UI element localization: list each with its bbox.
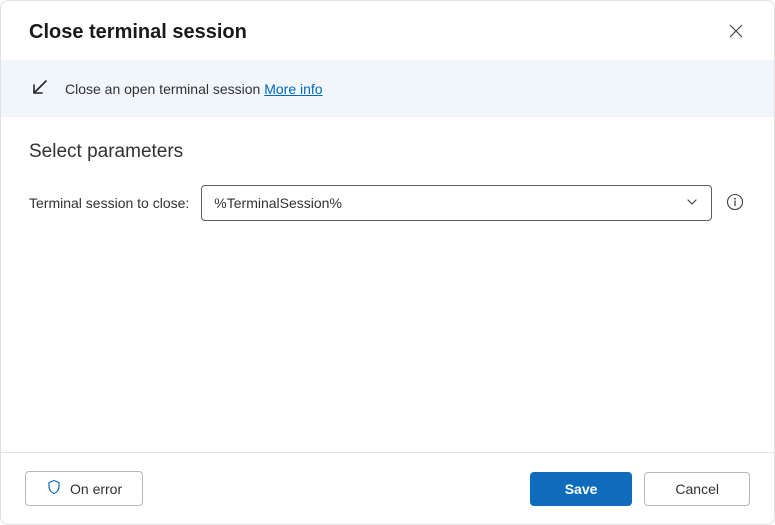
close-button[interactable] bbox=[724, 19, 748, 46]
section-title: Select parameters bbox=[29, 141, 746, 163]
save-button[interactable]: Save bbox=[530, 472, 633, 506]
terminal-session-dropdown[interactable]: %TerminalSession% bbox=[201, 185, 712, 221]
banner-description: Close an open terminal session bbox=[65, 81, 260, 97]
dialog-footer: On error Save Cancel bbox=[1, 452, 774, 524]
on-error-button[interactable]: On error bbox=[25, 471, 143, 506]
param-row: Terminal session to close: %TerminalSess… bbox=[29, 185, 746, 221]
footer-actions: Save Cancel bbox=[530, 472, 750, 506]
on-error-label: On error bbox=[70, 481, 122, 497]
info-icon bbox=[726, 193, 744, 214]
dialog-title: Close terminal session bbox=[29, 21, 247, 44]
dialog-header: Close terminal session bbox=[1, 1, 774, 60]
dropdown-value: %TerminalSession% bbox=[214, 195, 342, 211]
info-banner: Close an open terminal session More info bbox=[1, 60, 774, 117]
more-info-link[interactable]: More info bbox=[264, 81, 322, 97]
close-terminal-dialog: Close terminal session Close an open ter… bbox=[0, 0, 775, 525]
cancel-button[interactable]: Cancel bbox=[644, 472, 750, 506]
shield-icon bbox=[46, 479, 62, 498]
param-label: Terminal session to close: bbox=[29, 195, 189, 211]
dialog-content: Select parameters Terminal session to cl… bbox=[1, 117, 774, 452]
banner-text-container: Close an open terminal session More info bbox=[65, 81, 323, 97]
cancel-label: Cancel bbox=[675, 481, 719, 497]
chevron-down-icon bbox=[685, 195, 699, 212]
param-info-button[interactable] bbox=[724, 191, 746, 216]
close-icon bbox=[728, 23, 744, 42]
save-label: Save bbox=[565, 481, 598, 497]
arrow-down-left-icon bbox=[29, 76, 51, 101]
